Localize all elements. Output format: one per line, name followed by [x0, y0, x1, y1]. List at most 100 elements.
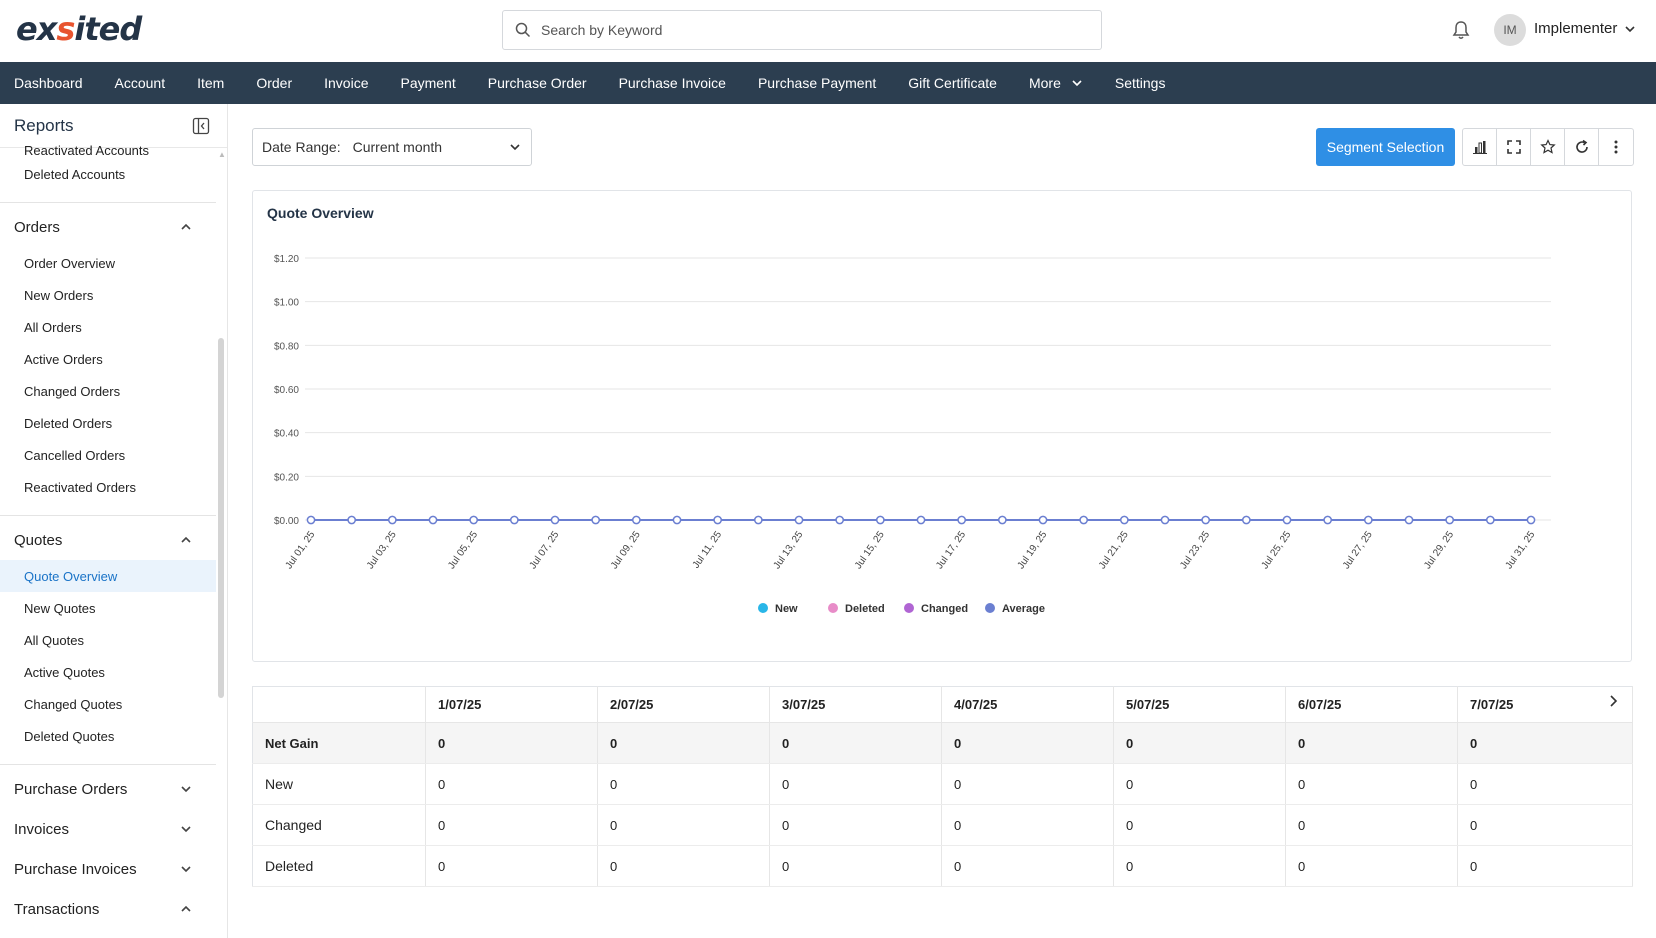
table-cell: 0 [1285, 845, 1458, 887]
chevron-down-icon[interactable] [1624, 23, 1636, 35]
nav-purchase-payment[interactable]: Purchase Payment [742, 62, 892, 104]
sidebar-item-new-quotes[interactable]: New Quotes [0, 592, 216, 624]
sidebar-item-new-orders[interactable]: New Orders [0, 279, 216, 311]
table-cell: 0 [425, 804, 598, 846]
sidebar-item-active-orders[interactable]: Active Orders [0, 343, 216, 375]
chevron-up-icon [181, 905, 191, 912]
sidebar-item-cancelled-orders[interactable]: Cancelled Orders [0, 439, 216, 471]
more-options-button[interactable] [1599, 129, 1633, 165]
table-cell: 0 [597, 845, 770, 887]
table-row-net-gain: Net Gain 0 0 0 0 0 0 0 [252, 722, 1633, 764]
line-chart: $0.00 $0.20 $0.40 $0.60 $0.80 $1.00 $1.20 Jul 0… [274, 254, 1551, 615]
data-point [469, 515, 479, 525]
date-range-select[interactable]: Date Range: Current month [252, 128, 532, 166]
bell-icon[interactable] [1450, 19, 1472, 41]
segment-selection-button[interactable]: Segment Selection [1316, 128, 1455, 166]
favorite-button[interactable] [1531, 129, 1565, 165]
legend-label: Average [1002, 603, 1045, 615]
sidebar-item-reactivated-accounts[interactable]: Reactivated Accounts [0, 138, 216, 158]
sidebar-group-invoices[interactable]: Invoices [0, 809, 216, 849]
y-tick-label: $1.00 [274, 298, 299, 309]
fullscreen-button[interactable] [1497, 129, 1531, 165]
nav-payment[interactable]: Payment [384, 62, 471, 104]
sidebar-group-quotes[interactable]: Quotes [0, 520, 216, 560]
nav-account[interactable]: Account [99, 62, 182, 104]
scroll-up-arrow[interactable]: ▲ [218, 150, 226, 159]
reports-sidebar: Reports Reactivated Accounts Deleted Acc… [0, 104, 228, 938]
refresh-button[interactable] [1565, 129, 1599, 165]
legend-marker-deleted [828, 603, 838, 613]
sidebar-item-order-overview[interactable]: Order Overview [0, 247, 216, 279]
table-header-date: 2/07/25 [597, 686, 770, 723]
nav-gift-certificate[interactable]: Gift Certificate [892, 62, 1013, 104]
sidebar-item-deleted-orders[interactable]: Deleted Orders [0, 407, 216, 439]
sidebar-item-payment-refund-overview[interactable]: Payment and Refund Over... [0, 929, 216, 938]
sidebar-group-orders[interactable]: Orders [0, 207, 216, 247]
nav-purchase-order[interactable]: Purchase Order [472, 62, 603, 104]
table-cell: 0 [425, 722, 598, 764]
table-row-new: New 0 0 0 0 0 0 0 [252, 763, 1633, 805]
table-cell: 0 [769, 804, 942, 846]
nav-invoice[interactable]: Invoice [308, 62, 384, 104]
sidebar-group-purchase-invoices[interactable]: Purchase Invoices [0, 849, 216, 889]
table-cell: 0 [1457, 722, 1633, 764]
group-label: Orders [14, 218, 60, 236]
report-toolbar: Date Range: Current month Segment Select… [252, 128, 1634, 166]
sidebar-item-reactivated-orders[interactable]: Reactivated Orders [0, 471, 216, 503]
table-cell: 0 [597, 763, 770, 805]
main-nav: Dashboard Account Item Order Invoice Pay… [0, 62, 1656, 104]
chart-type-button[interactable] [1463, 129, 1497, 165]
sidebar-item-quote-overview[interactable]: Quote Overview [0, 560, 216, 592]
search-icon [515, 22, 531, 38]
data-point [713, 515, 723, 525]
table-cell: 0 [1457, 804, 1633, 846]
date-range-label: Date Range: [262, 139, 341, 155]
sidebar-item-active-quotes[interactable]: Active Quotes [0, 656, 216, 688]
sidebar-item-deleted-accounts[interactable]: Deleted Accounts [0, 158, 216, 190]
nav-item[interactable]: Item [181, 62, 240, 104]
exsited-logo[interactable]: exsited [16, 10, 142, 48]
search-box[interactable] [502, 10, 1102, 50]
data-point [957, 515, 967, 525]
data-point [347, 515, 357, 525]
x-tick-label: Jul 05, 25 [446, 529, 480, 571]
sidebar-item-changed-quotes[interactable]: Changed Quotes [0, 688, 216, 720]
data-point [1038, 515, 1048, 525]
search-input[interactable] [541, 22, 1081, 38]
user-name[interactable]: Implementer [1534, 20, 1617, 37]
data-point [997, 515, 1007, 525]
table-header-date: 1/07/25 [425, 686, 598, 723]
top-header: exsited IM Implementer [0, 0, 1656, 62]
nav-dashboard[interactable]: Dashboard [0, 62, 99, 104]
nav-order[interactable]: Order [240, 62, 308, 104]
logo-accent: s [56, 10, 75, 48]
data-point [672, 515, 682, 525]
sidebar-group-transactions[interactable]: Transactions [0, 889, 216, 929]
y-tick-label: $0.60 [274, 385, 299, 396]
nav-more[interactable]: More [1013, 62, 1099, 104]
data-point [1363, 515, 1373, 525]
collapse-sidebar-icon[interactable] [192, 117, 210, 135]
chevron-down-icon [181, 866, 191, 873]
row-label: Net Gain [252, 722, 426, 764]
sidebar-item-changed-orders[interactable]: Changed Orders [0, 375, 216, 407]
data-point [428, 515, 438, 525]
nav-settings[interactable]: Settings [1099, 62, 1182, 104]
sidebar-item-all-orders[interactable]: All Orders [0, 311, 216, 343]
data-point [1526, 515, 1536, 525]
table-header-date: 6/07/25 [1285, 686, 1458, 723]
table-cell: 0 [1285, 804, 1458, 846]
row-label: New [252, 763, 426, 805]
chevron-up-icon [181, 223, 191, 230]
group-label: Quotes [14, 531, 63, 549]
data-point [794, 515, 804, 525]
nav-purchase-invoice[interactable]: Purchase Invoice [603, 62, 742, 104]
chevron-right-icon[interactable] [1606, 694, 1620, 708]
sidebar-scrollbar[interactable] [218, 338, 224, 698]
sidebar-item-all-quotes[interactable]: All Quotes [0, 624, 216, 656]
sidebar-item-deleted-quotes[interactable]: Deleted Quotes [0, 720, 216, 752]
avatar[interactable]: IM [1494, 14, 1526, 46]
sidebar-group-purchase-orders[interactable]: Purchase Orders [0, 769, 216, 809]
x-tick-label: Jul 25, 25 [1260, 529, 1294, 571]
x-tick-label: Jul 09, 25 [609, 529, 643, 571]
